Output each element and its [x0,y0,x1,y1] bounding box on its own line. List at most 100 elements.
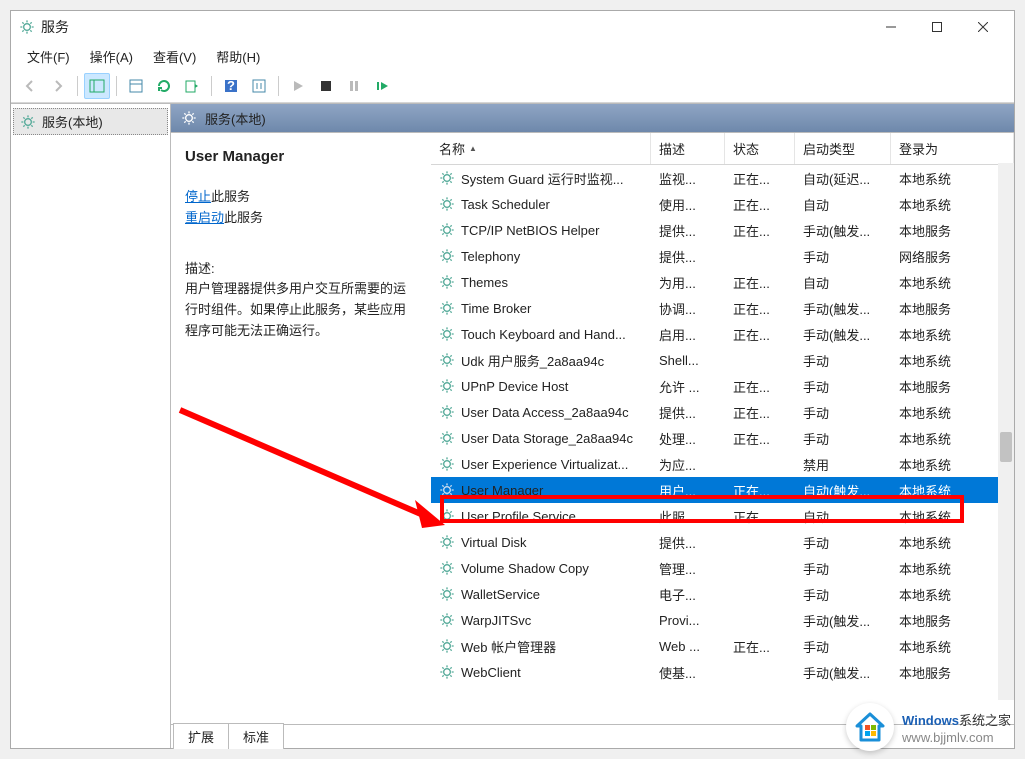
service-logon-cell: 本地系统 [891,351,1014,370]
table-row[interactable]: System Guard 运行时监视...监视...正在...自动(延迟...本… [431,165,1014,191]
toolbar: ? [11,69,1014,103]
action-button[interactable] [246,73,272,99]
service-start-cell: 自动 [795,273,891,292]
service-desc-cell: Shell... [651,353,725,368]
menu-help[interactable]: 帮助(H) [206,44,270,69]
service-logon-cell: 本地系统 [891,429,1014,448]
service-desc-cell: 电子... [651,585,725,604]
table-row[interactable]: Volume Shadow Copy管理...手动本地系统 [431,555,1014,581]
column-state[interactable]: 状态 [725,133,795,164]
minimize-button[interactable] [868,11,914,43]
service-state-cell: 正在... [725,325,795,344]
watermark-suffix: 系统之家 [959,713,1011,728]
close-button[interactable] [960,11,1006,43]
start-service-button[interactable] [285,73,311,99]
service-start-cell: 手动(触发... [795,221,891,240]
service-logon-cell: 本地系统 [891,559,1014,578]
separator [211,76,212,96]
service-desc-cell: 提供... [651,247,725,266]
table-row[interactable]: WalletService电子...手动本地系统 [431,581,1014,607]
menu-action[interactable]: 操作(A) [80,44,143,69]
table-row[interactable]: User Experience Virtualizat...为应...禁用本地系… [431,451,1014,477]
tab-standard[interactable]: 标准 [228,723,284,749]
table-row[interactable]: UPnP Device Host允许 ...正在...手动本地服务 [431,373,1014,399]
table-row[interactable]: Virtual Disk提供...手动本地系统 [431,529,1014,555]
service-desc-cell: 监视... [651,169,725,188]
table-row[interactable]: WebClient使基...手动(触发...本地服务 [431,659,1014,685]
tab-extended[interactable]: 扩展 [173,723,229,749]
service-start-cell: 手动 [795,377,891,396]
pause-service-button[interactable] [341,73,367,99]
service-logon-cell: 本地系统 [891,195,1014,214]
table-row[interactable]: User Profile Service此服...正在...自动本地系统 [431,503,1014,529]
service-start-cell: 自动(触发... [795,481,891,500]
service-start-cell: 手动 [795,429,891,448]
menu-view[interactable]: 查看(V) [143,44,206,69]
service-state-cell: 正在... [725,169,795,188]
window-title: 服务 [41,17,868,37]
table-row[interactable]: Themes为用...正在...自动本地系统 [431,269,1014,295]
column-name[interactable]: 名称▲ [431,133,651,164]
restart-service-button[interactable] [369,73,395,99]
service-start-cell: 手动 [795,637,891,656]
table-row[interactable]: User Data Access_2a8aa94c提供...正在...手动本地系… [431,399,1014,425]
table-row[interactable]: Touch Keyboard and Hand...启用...正在...手动(触… [431,321,1014,347]
table-row[interactable]: Udk 用户服务_2a8aa94cShell...手动本地系统 [431,347,1014,373]
service-list[interactable]: System Guard 运行时监视...监视...正在...自动(延迟...本… [431,165,1014,724]
service-logon-cell: 网络服务 [891,247,1014,266]
service-desc-cell: 提供... [651,221,725,240]
table-row[interactable]: WarpJITSvcProvi...手动(触发...本地服务 [431,607,1014,633]
properties-button[interactable] [123,73,149,99]
table-row[interactable]: Task Scheduler使用...正在...自动本地系统 [431,191,1014,217]
vertical-scrollbar[interactable] [998,163,1014,700]
tree-pane[interactable]: 服务(本地) [11,104,171,748]
right-pane: 服务(本地) User Manager 停止此服务 重启动此服务 描述: 用户管… [171,104,1014,748]
table-row[interactable]: User Data Storage_2a8aa94c处理...正在...手动本地… [431,425,1014,451]
refresh-button[interactable] [151,73,177,99]
service-state-cell: 正在... [725,507,795,526]
menu-file[interactable]: 文件(F) [17,44,80,69]
scrollbar-thumb[interactable] [1000,432,1012,462]
service-logon-cell: 本地系统 [891,169,1014,188]
selected-service-name: User Manager [185,145,417,169]
service-logon-cell: 本地系统 [891,585,1014,604]
service-state-cell: 正在... [725,221,795,240]
service-desc-cell: 使用... [651,195,725,214]
table-row[interactable]: Telephony提供...手动网络服务 [431,243,1014,269]
table-row[interactable]: Web 帐户管理器Web ...正在...手动本地系统 [431,633,1014,659]
service-name-cell: Time Broker [431,300,651,316]
right-header-label: 服务(本地) [205,109,266,128]
service-desc-cell: 为用... [651,273,725,292]
service-logon-cell: 本地系统 [891,507,1014,526]
table-row[interactable]: TCP/IP NetBIOS Helper提供...正在...手动(触发...本… [431,217,1014,243]
forward-button[interactable] [45,73,71,99]
service-state-cell: 正在... [725,429,795,448]
table-row[interactable]: Time Broker协调...正在...手动(触发...本地服务 [431,295,1014,321]
service-logon-cell: 本地服务 [891,377,1014,396]
column-logon[interactable]: 登录为 [891,133,1014,164]
export-button[interactable] [179,73,205,99]
service-start-cell: 手动 [795,559,891,578]
body-area: 服务(本地) 服务(本地) User Manager 停止此服务 重启动此服务 … [11,103,1014,748]
stop-service-button[interactable] [313,73,339,99]
restart-link[interactable]: 重启动 [185,210,224,225]
table-row[interactable]: User Manager用户...正在...自动(触发...本地系统 [431,477,1014,503]
column-startup[interactable]: 启动类型 [795,133,891,164]
service-state-cell: 正在... [725,299,795,318]
service-name-cell: WarpJITSvc [431,612,651,628]
stop-link[interactable]: 停止 [185,189,211,204]
service-start-cell: 手动 [795,247,891,266]
service-logon-cell: 本地系统 [891,481,1014,500]
maximize-button[interactable] [914,11,960,43]
service-name-cell: TCP/IP NetBIOS Helper [431,222,651,238]
help-button[interactable]: ? [218,73,244,99]
tree-root-item[interactable]: 服务(本地) [13,108,168,135]
back-button[interactable] [17,73,43,99]
show-hide-tree-button[interactable] [84,73,110,99]
service-start-cell: 自动 [795,507,891,526]
service-logon-cell: 本地服务 [891,221,1014,240]
column-description[interactable]: 描述 [651,133,725,164]
list-pane: 名称▲ 描述 状态 启动类型 登录为 System Guard 运行时监视...… [431,133,1014,724]
service-desc-cell: 启用... [651,325,725,344]
titlebar[interactable]: 服务 [11,11,1014,43]
